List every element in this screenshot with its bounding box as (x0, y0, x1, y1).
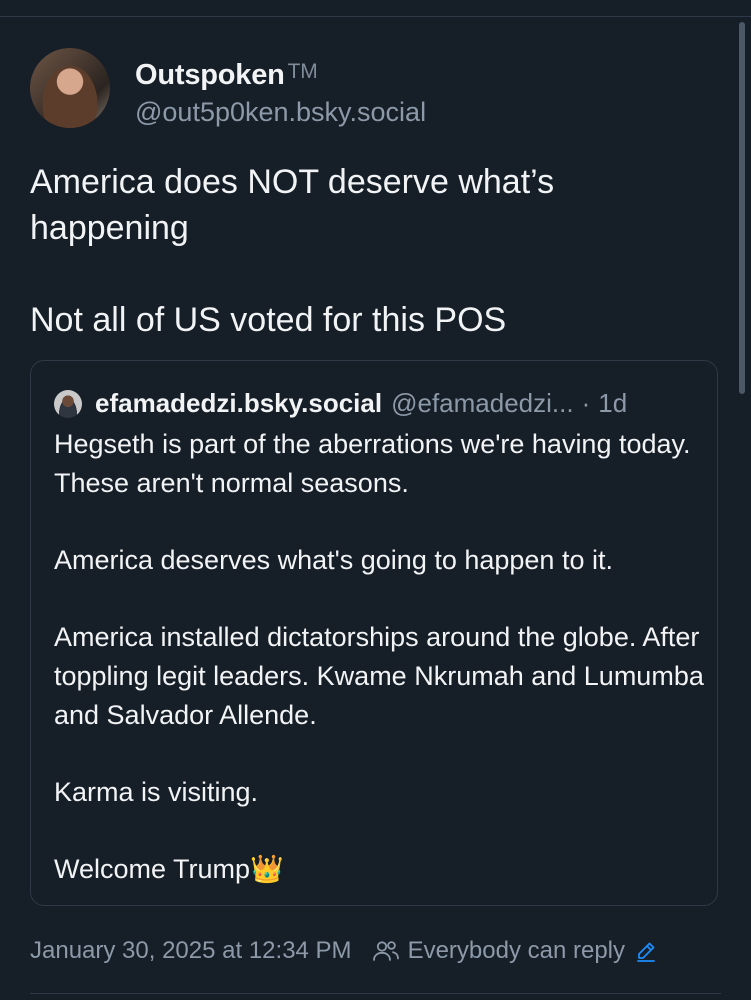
quoted-paragraph: Hegseth is part of the aberrations we're… (54, 429, 691, 498)
quoted-post-header: efamadedzi.bsky.social @efamadedzi... · … (54, 388, 627, 419)
quoted-handle[interactable]: @efamadedzi... (391, 388, 573, 419)
quoted-post-text: Hegseth is part of the aberrations we're… (54, 425, 704, 889)
post-text-paragraph: America does NOT deserve what’s happenin… (30, 163, 555, 247)
author-info: Outspoken TM @out5p0ken.bsky.social (135, 54, 426, 129)
quoted-paragraph: America deserves what's going to happen … (54, 545, 613, 575)
bottom-divider (30, 993, 721, 994)
top-divider (0, 16, 751, 17)
quoted-paragraph: America installed dictatorships around t… (54, 622, 704, 730)
post-timestamp[interactable]: January 30, 2025 at 12:34 PM (30, 937, 352, 965)
post-text: America does NOT deserve what’s happenin… (30, 159, 720, 343)
avatar[interactable] (30, 48, 110, 128)
quoted-paragraph: Karma is visiting. (54, 777, 259, 807)
quoted-paragraph: Welcome Trump👑 (54, 854, 284, 884)
author-handle[interactable]: @out5p0ken.bsky.social (135, 95, 426, 129)
post-text-paragraph: Not all of US voted for this POS (30, 301, 507, 339)
post: Outspoken TM @out5p0ken.bsky.social Ameri… (30, 48, 720, 343)
separator-dot: · (581, 388, 591, 418)
pencil-icon[interactable] (635, 940, 657, 962)
display-name[interactable]: Outspoken TM (135, 54, 426, 93)
people-icon (372, 941, 399, 961)
post-footer: January 30, 2025 at 12:34 PM Everybody c… (30, 937, 657, 965)
author-row: Outspoken TM @out5p0ken.bsky.social (30, 48, 720, 129)
quoted-post[interactable]: efamadedzi.bsky.social @efamadedzi... · … (30, 360, 718, 906)
quoted-avatar[interactable] (54, 389, 82, 418)
quoted-display-name[interactable]: efamadedzi.bsky.social (95, 388, 382, 419)
display-name-text[interactable]: Outspoken (135, 59, 285, 91)
trademark-mark: TM (287, 60, 318, 83)
scrollbar[interactable] (739, 22, 745, 394)
quoted-timestamp[interactable]: 1d (598, 388, 627, 419)
reply-setting[interactable]: Everybody can reply (408, 937, 625, 965)
